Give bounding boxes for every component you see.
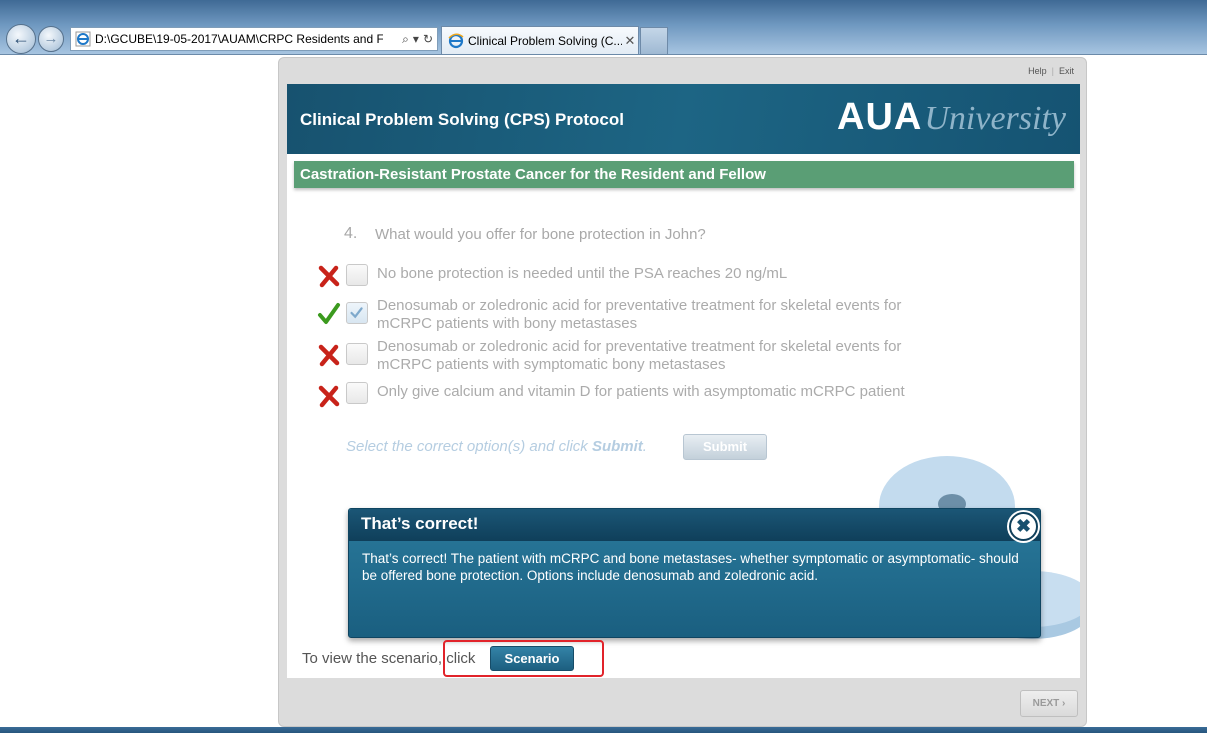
correct-check-icon xyxy=(318,303,340,324)
checkmark-icon xyxy=(350,307,363,319)
incorrect-x-icon xyxy=(318,344,340,367)
top-links: Help | Exit xyxy=(1028,66,1074,76)
close-icon[interactable]: ✖ xyxy=(1009,512,1038,541)
incorrect-x-icon xyxy=(318,265,340,288)
submit-button[interactable]: Submit xyxy=(683,434,767,460)
question-text: What would you offer for bone protection… xyxy=(375,226,706,243)
link-separator: | xyxy=(1051,66,1054,76)
ie-tab-icon xyxy=(448,33,464,49)
scenario-highlight-box xyxy=(443,640,604,677)
address-tools: ⌕ ▾ ↻ xyxy=(383,32,437,47)
module-title-bar: Castration-Resistant Prostate Cancer for… xyxy=(294,161,1074,188)
instruction-suffix: . xyxy=(642,438,647,455)
search-icon[interactable]: ⌕ xyxy=(402,32,409,47)
logo-aua-text: AUA xyxy=(837,96,923,138)
module-title: Castration-Resistant Prostate Cancer for… xyxy=(300,166,766,183)
logo-university-text: University xyxy=(924,100,1066,137)
tab-title: Clinical Problem Solving (C... xyxy=(468,34,622,48)
course-header: Clinical Problem Solving (CPS) Protocol … xyxy=(287,84,1080,154)
option-checkbox[interactable] xyxy=(346,264,368,286)
aua-university-logo: AUA University xyxy=(837,96,1066,139)
feedback-body: That’s correct! The patient with mCRPC a… xyxy=(362,551,1019,583)
address-url[interactable]: D:\GCUBE\19-05-2017\AUAM\CRPC Residents … xyxy=(95,32,383,46)
course-player: Help | Exit Clinical Problem Solving (CPS)… xyxy=(278,57,1087,727)
option-label: Only give calcium and vitamin D for pati… xyxy=(377,383,905,400)
dropdown-icon[interactable]: ▾ xyxy=(413,32,419,47)
incorrect-x-icon xyxy=(318,385,340,408)
option-checkbox-checked[interactable] xyxy=(346,302,368,324)
back-arrow-icon: ← xyxy=(12,28,30,48)
next-button[interactable]: NEXT › xyxy=(1020,690,1078,717)
windows-taskbar xyxy=(0,727,1207,733)
ie-page-icon xyxy=(75,31,91,47)
forward-button[interactable]: → xyxy=(38,26,64,52)
browser-tab[interactable]: Clinical Problem Solving (C... ✕ xyxy=(441,26,639,55)
tab-close-icon[interactable]: ✕ xyxy=(622,33,638,49)
browser-chrome: ← → D:\GCUBE\19-05-2017\AUAM\CRPC Reside… xyxy=(0,0,1207,55)
new-tab-button[interactable] xyxy=(640,27,668,54)
exit-link[interactable]: Exit xyxy=(1059,66,1074,76)
slide-stage: Clinical Problem Solving (CPS) Protocol … xyxy=(287,84,1080,678)
help-link[interactable]: Help xyxy=(1028,66,1047,76)
back-button[interactable]: ← xyxy=(6,24,36,54)
forward-arrow-icon: → xyxy=(43,30,59,47)
instruction-prefix: Select the correct option(s) and click xyxy=(346,438,592,455)
option-checkbox[interactable] xyxy=(346,382,368,404)
course-title: Clinical Problem Solving (CPS) Protocol xyxy=(300,110,624,129)
option-label: Denosumab or zoledronic acid for prevent… xyxy=(377,297,902,332)
instruction-submit-word: Submit xyxy=(591,438,643,455)
feedback-title: That’s correct! xyxy=(349,509,1040,541)
feedback-popup: That’s correct! ✖ That’s correct! The pa… xyxy=(348,508,1041,638)
option-label: Denosumab or zoledronic acid for prevent… xyxy=(377,338,902,373)
address-bar[interactable]: D:\GCUBE\19-05-2017\AUAM\CRPC Residents … xyxy=(70,27,438,51)
option-label: No bone protection is needed until the P… xyxy=(377,265,788,282)
option-checkbox[interactable] xyxy=(346,343,368,365)
refresh-icon[interactable]: ↻ xyxy=(423,32,433,47)
question-number: 4. xyxy=(344,225,358,242)
submit-instruction: Select the correct option(s) and click S… xyxy=(346,438,647,455)
